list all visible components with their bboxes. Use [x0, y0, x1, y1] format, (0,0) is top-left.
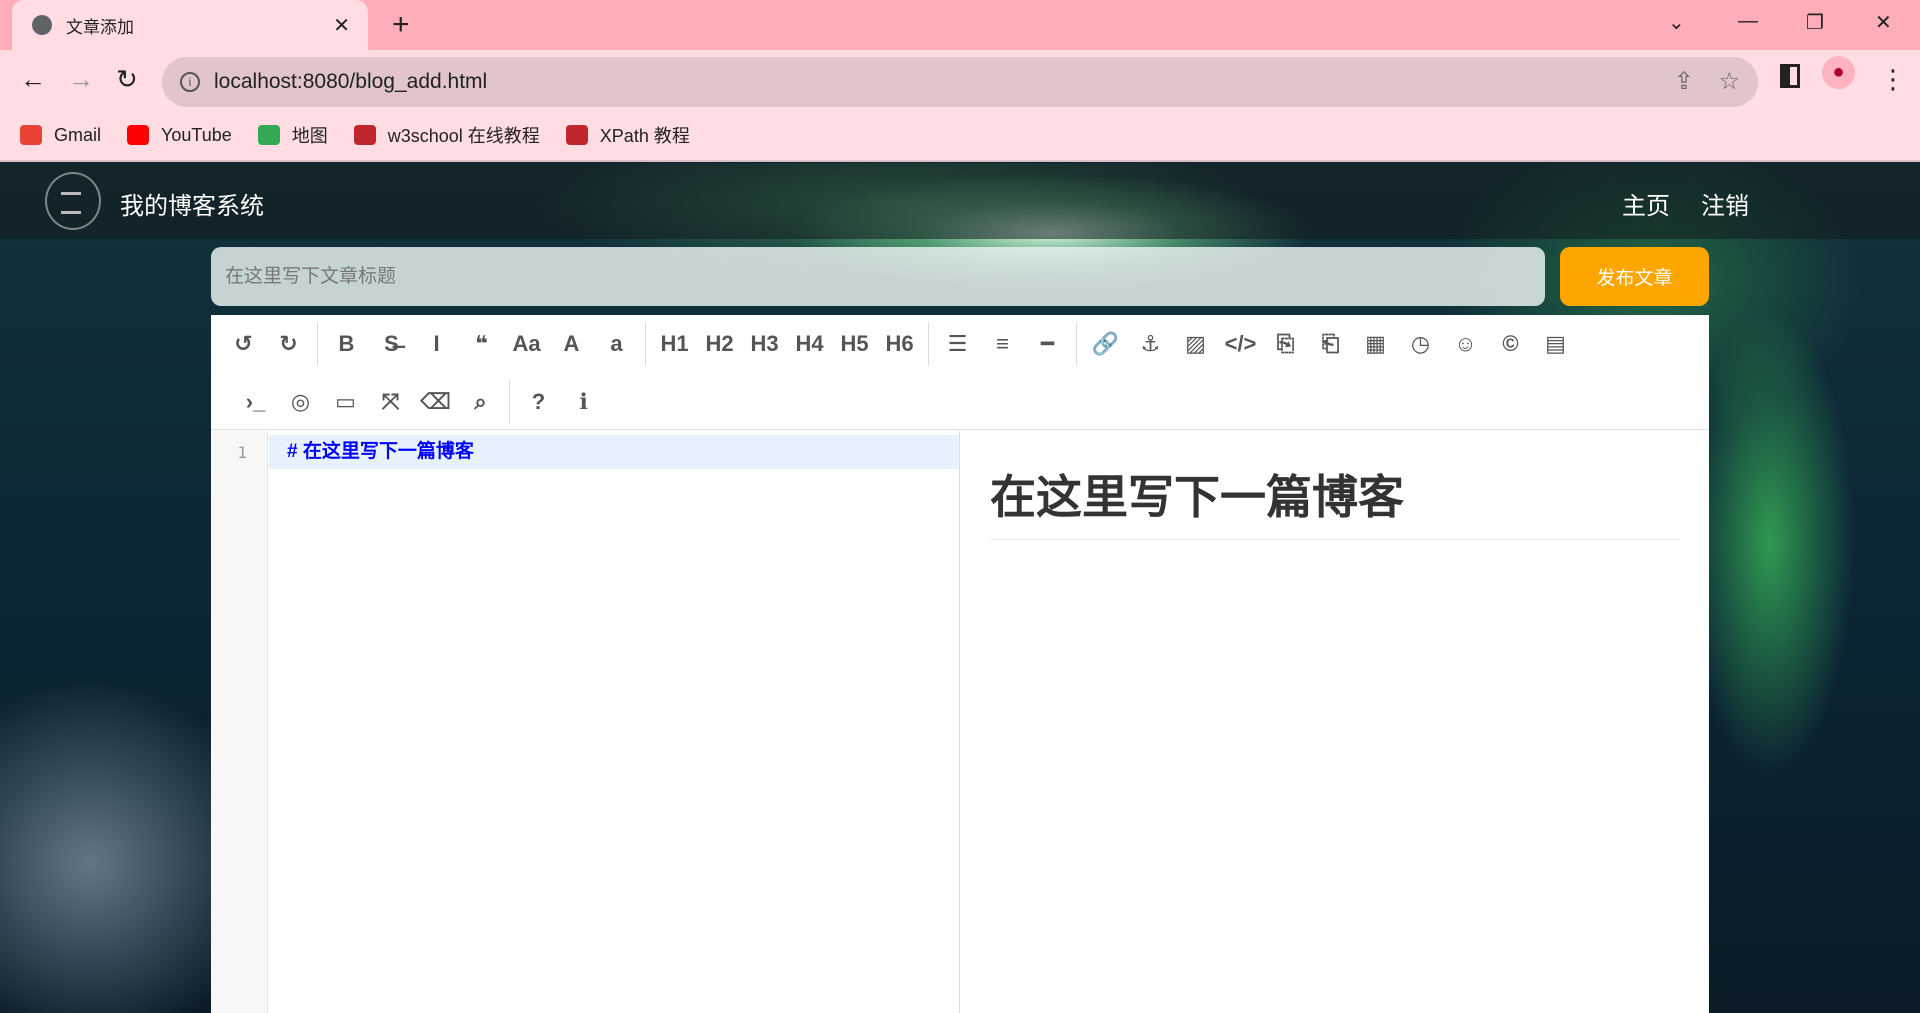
editor-toolbar: ↺ ↻ B S̶ I ❝ Aa Aa H1 H2 H3 H4 H5 H6 ☰ ≡ ━ 🔗 ⚓ ▨ </> ⎘ ⎗ ▦ ◷ ☺ © ▤ … — [211, 315, 1709, 430]
minimize-icon[interactable]: — — [1738, 10, 1758, 33]
nav-logout-link[interactable]: 注销 — [1701, 186, 1749, 221]
star-icon[interactable]: ☆ — [1718, 67, 1740, 96]
address-bar[interactable]: i localhost:8080/blog_add.html ⇪ ☆ — [162, 57, 1758, 107]
italic-icon[interactable]: I — [414, 331, 459, 357]
globe-icon — [32, 15, 52, 35]
anchor-icon[interactable]: ⚓ — [1128, 331, 1173, 357]
redo-icon[interactable]: ↻ — [266, 331, 311, 357]
toolbar-divider — [645, 322, 646, 366]
toolbar-divider — [1076, 322, 1077, 366]
lowercase-icon[interactable]: a — [594, 331, 639, 357]
search-icon[interactable]: ⌕ — [458, 389, 503, 415]
bookmark-label: w3school 在线教程 — [387, 126, 540, 146]
image-icon[interactable]: ▨ — [1173, 331, 1218, 357]
restore-icon[interactable]: ❐ — [1806, 10, 1824, 35]
uppercase-first-icon[interactable]: A — [549, 331, 594, 357]
tab-search-icon[interactable]: ⌄ — [1668, 10, 1685, 35]
publish-button[interactable]: 发布文章 — [1560, 247, 1709, 306]
article-title-input[interactable] — [211, 247, 1545, 306]
new-tab-icon[interactable]: + — [392, 8, 410, 42]
tab-bar: 文章添加 ✕ + ⌄ — ❐ ✕ — [0, 0, 1920, 50]
code-icon[interactable]: </> — [1218, 331, 1263, 357]
browser-tab[interactable]: 文章添加 ✕ — [12, 0, 368, 50]
uppercase-icon[interactable]: Aa — [504, 331, 549, 357]
side-panel-icon[interactable] — [1780, 64, 1800, 88]
profile-avatar[interactable]: ● — [1822, 56, 1855, 89]
markdown-editor: ↺ ↻ B S̶ I ❝ Aa Aa H1 H2 H3 H4 H5 H6 ☰ ≡ ━ 🔗 ⚓ ▨ </> ⎘ ⎗ ▦ ◷ ☺ © ▤ … — [211, 315, 1709, 1013]
strikethrough-icon[interactable]: S̶ — [369, 331, 414, 357]
unordered-list-icon[interactable]: ☰ — [935, 331, 980, 357]
bookmark-icon — [565, 125, 588, 145]
bold-icon[interactable]: B — [324, 331, 369, 357]
site-title: 我的博客系统 — [120, 193, 264, 220]
tab-title: 文章添加 — [66, 17, 134, 37]
goto-line-icon[interactable]: ›_ — [233, 389, 278, 415]
pagebreak-icon[interactable]: ▤ — [1533, 331, 1578, 357]
datetime-icon[interactable]: ◷ — [1398, 331, 1443, 357]
h3-button[interactable]: H3 — [742, 331, 787, 357]
bookmark-item[interactable]: w3school 在线教程 — [353, 122, 540, 148]
bookmark-item[interactable]: Gmail — [20, 125, 101, 146]
info-icon[interactable]: ℹ — [561, 389, 606, 415]
clear-icon[interactable]: ⌫ — [413, 389, 458, 415]
emoji-icon[interactable]: ☺ — [1443, 331, 1488, 357]
h1-button[interactable]: H1 — [652, 331, 697, 357]
toolbar-divider — [317, 322, 318, 366]
code-pane[interactable]: # 在这里写下一篇博客 — [269, 431, 960, 1013]
logo-icon — [45, 172, 101, 230]
page: 我的博客系统 主页 注销 发布文章 ↺↻BS̶I❝AaAaH1H2H3H4H5H… — [0, 163, 1920, 1013]
line-number: 1 — [237, 443, 247, 462]
close-tab-icon[interactable]: ✕ — [333, 13, 350, 38]
info-icon[interactable]: i — [180, 72, 200, 92]
bookmark-label: Gmail — [54, 124, 102, 145]
bookmark-item[interactable]: YouTube — [127, 125, 232, 146]
help-icon[interactable]: ? — [516, 389, 561, 415]
line-gutter: 1 — [211, 431, 268, 1013]
undo-icon[interactable]: ↺ — [221, 331, 266, 357]
preview-icon[interactable]: ▭ — [323, 389, 368, 415]
preview-pane: 在这里写下一篇博客 — [990, 431, 1680, 540]
bookmark-icon — [257, 125, 280, 145]
toolbar-divider — [928, 322, 929, 366]
preview-heading: 在这里写下一篇博客 — [990, 461, 1680, 540]
menu-icon[interactable]: ⋮ — [1880, 64, 1906, 95]
share-icon[interactable]: ⇪ — [1674, 67, 1694, 96]
link-icon[interactable]: 🔗 — [1083, 331, 1128, 357]
ordered-list-icon[interactable]: ≡ — [980, 331, 1025, 357]
preformatted-icon[interactable]: ⎗ — [1308, 331, 1353, 357]
bookmark-label: 地图 — [291, 126, 328, 146]
toolbar-divider — [509, 380, 510, 424]
quote-icon[interactable]: ❝ — [459, 331, 504, 357]
bookmarks-bar: Gmail YouTube 地图 w3school 在线教程 XPath 教程 — [0, 110, 1920, 162]
site-navbar: 我的博客系统 主页 注销 — [0, 163, 1920, 239]
bookmark-label: YouTube — [161, 124, 232, 145]
h2-button[interactable]: H2 — [697, 331, 742, 357]
address-row: ← → ↻ i localhost:8080/blog_add.html ⇪ ☆… — [0, 50, 1920, 110]
bookmark-icon — [127, 125, 150, 145]
html-entities-icon[interactable]: © — [1488, 331, 1533, 357]
h4-button[interactable]: H4 — [787, 331, 832, 357]
bookmark-item[interactable]: XPath 教程 — [565, 122, 690, 148]
h5-button[interactable]: H5 — [832, 331, 877, 357]
nav-home-link[interactable]: 主页 — [1622, 186, 1670, 221]
bookmark-icon — [20, 125, 42, 145]
bookmark-label: XPath 教程 — [599, 126, 690, 146]
back-icon[interactable]: ← — [20, 64, 46, 95]
watch-toggle-icon[interactable]: ◎ — [278, 389, 323, 415]
code-block-icon[interactable]: ⎘ — [1263, 331, 1308, 357]
h6-button[interactable]: H6 — [877, 331, 922, 357]
bookmark-icon — [353, 125, 376, 145]
fullscreen-icon[interactable]: ⤧ — [368, 389, 413, 415]
forward-icon[interactable]: → — [68, 64, 94, 95]
horizontal-rule-icon[interactable]: ━ — [1025, 331, 1070, 357]
close-window-icon[interactable]: ✕ — [1875, 10, 1892, 35]
code-line[interactable]: # 在这里写下一篇博客 — [269, 435, 959, 469]
url-text: localhost:8080/blog_add.html — [214, 70, 488, 93]
reload-icon[interactable]: ↻ — [116, 64, 138, 95]
table-icon[interactable]: ▦ — [1353, 331, 1398, 357]
bookmark-item[interactable]: 地图 — [257, 122, 328, 148]
